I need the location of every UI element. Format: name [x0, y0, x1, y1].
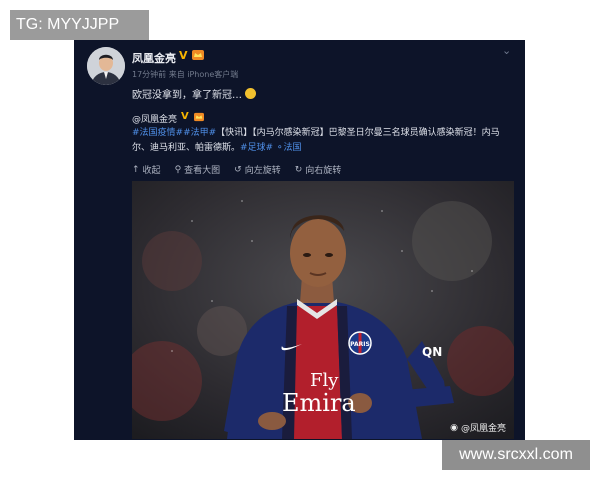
repost-body-line1: 【快讯】【内马尔感染新冠】巴黎圣日尔曼三名球员确认感染新冠！内马 — [216, 128, 500, 138]
location-link[interactable]: ⚬法国 — [276, 143, 302, 153]
repost-badges: V — [181, 111, 189, 122]
jersey-text-2: Emira — [282, 389, 356, 417]
weibo-post-card: 凤凰金亮 V 17分钟前 来自 iPhone客户端 ⌄ 欧冠没拿到，拿了新冠… … — [74, 40, 525, 440]
post-meta: 17分钟前 来自 iPhone客户端 — [132, 70, 239, 79]
location-pin-icon: ⚬ — [275, 143, 284, 153]
post-photo[interactable]: PARIS Fly Emira QN ◉ @凤凰金亮 — [132, 181, 514, 439]
rotate-left-label: 向左旋转 — [244, 166, 281, 176]
location-label: 法国 — [283, 143, 302, 153]
rotate-right-icon: ↻ — [294, 164, 303, 175]
rotate-left-icon: ↺ — [234, 164, 242, 175]
rotate-left-button[interactable]: ↺ 向左旋转 — [234, 163, 281, 177]
jersey-text-1: Fly — [310, 370, 339, 391]
collapse-button[interactable]: ↑ 收起 — [132, 163, 161, 177]
image-credit: ◉ @凤凰金亮 — [450, 421, 506, 435]
image-credit-text: @凤凰金亮 — [460, 424, 506, 434]
jersey-badge-text: PARIS — [350, 341, 370, 348]
weibo-logo-icon: ◉ — [450, 422, 458, 433]
hashtag-football[interactable]: #足球# — [240, 143, 273, 153]
repost-body: #法国疫情##法甲#【快讯】【内马尔感染新冠】巴黎圣日尔曼三名球员确认感染新冠！… — [132, 126, 512, 156]
repost-vip-icon — [194, 112, 204, 122]
zoom-icon: ⚲ — [174, 164, 182, 175]
watermark-top-left: TG: MYYJJPP — [10, 10, 149, 40]
verified-icon: V — [179, 49, 188, 62]
repost-author[interactable]: @凤凰金亮 — [132, 112, 177, 125]
view-large-label: 查看大图 — [184, 166, 221, 176]
author-name[interactable]: 凤凰金亮 — [132, 50, 176, 66]
image-actions: ↑ 收起 ⚲ 查看大图 ↺ 向左旋转 ↻ 向右旋转 — [132, 163, 342, 177]
post-text-content: 欧冠没拿到，拿了新冠… — [132, 90, 242, 101]
repost-body-line2: 尔、迪马利亚、帕雷德斯。 — [132, 143, 241, 153]
collapse-icon: ↑ — [132, 164, 140, 175]
chevron-down-icon[interactable]: ⌄ — [502, 44, 511, 57]
smile-sweat-emoji-icon — [245, 88, 256, 99]
collapse-label: 收起 — [142, 166, 161, 176]
post-text: 欧冠没拿到，拿了新冠… — [132, 86, 256, 101]
rotate-right-label: 向右旋转 — [305, 166, 342, 176]
jersey-sleeve-text: QN — [422, 345, 442, 359]
hashtag-links[interactable]: #法国疫情##法甲# — [132, 128, 216, 138]
watermark-bottom-right: www.srcxxl.com — [442, 440, 590, 470]
rotate-right-button[interactable]: ↻ 向右旋转 — [294, 163, 342, 177]
view-large-button[interactable]: ⚲ 查看大图 — [174, 163, 221, 177]
avatar[interactable] — [87, 47, 125, 85]
vip-crown-icon — [192, 50, 204, 60]
